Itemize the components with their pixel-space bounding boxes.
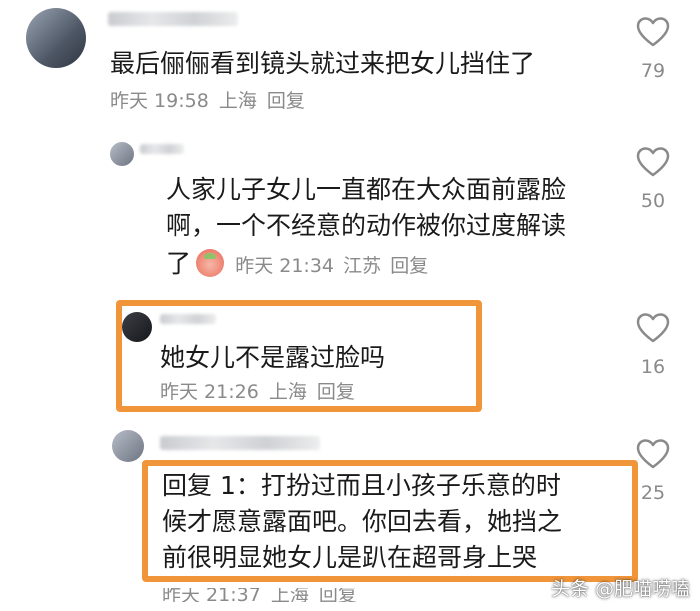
comment-location: 江苏 <box>343 255 382 277</box>
comment-meta-partial: 昨天 21:37 上海 回复 <box>162 588 361 602</box>
comment-location: 上海 <box>218 90 257 112</box>
like-count: 50 <box>640 190 666 212</box>
like-heart-icon[interactable] <box>636 16 670 48</box>
comment-text: 最后俪俪看到镜头就过来把女儿挡住了 <box>110 49 536 78</box>
like-count: 25 <box>640 482 666 504</box>
comment-text-line: 前很明显她女儿是趴在超哥身上哭 <box>162 543 538 572</box>
comment-location: 上海 <box>268 381 307 403</box>
username-blurred[interactable] <box>108 12 238 26</box>
like-heart-icon[interactable] <box>636 438 670 470</box>
watermark: 头条 @肥喵唠嗑 <box>550 578 690 600</box>
reply-button[interactable]: 回复 <box>267 90 305 112</box>
avatar[interactable] <box>112 430 144 462</box>
comment-time: 昨天 21:26 <box>160 381 259 403</box>
username-blurred[interactable] <box>160 436 320 450</box>
comment-time: 昨天 21:34 <box>235 255 334 277</box>
crying-emoji-icon <box>196 249 225 277</box>
comment-text: 她女儿不是露过脸吗 <box>160 343 386 372</box>
comment-text-line: 回复 1：打扮过而且小孩子乐意的时 <box>162 471 561 500</box>
comment-last-line: 了 昨天 21:34 江苏 回复 <box>166 246 428 282</box>
comment-time: 昨天 21:37 <box>162 588 261 602</box>
avatar[interactable] <box>110 142 134 166</box>
comment-text-line: 了 <box>166 249 192 278</box>
reply-button[interactable]: 回复 <box>317 381 355 403</box>
like-count: 16 <box>640 356 666 378</box>
comment-location: 上海 <box>270 588 309 602</box>
username-blurred[interactable] <box>140 144 184 154</box>
like-count: 79 <box>640 60 666 82</box>
comment-text-line: 候才愿意露面吧。你回去看，她挡之 <box>162 507 563 536</box>
comment-text-line: 啊，一个不经意的动作被你过度解读 <box>166 211 567 240</box>
reply-button[interactable]: 回复 <box>390 255 428 277</box>
comment-time: 昨天 19:58 <box>110 90 209 112</box>
comment-text-line: 人家儿子女儿一直都在大众面前露脸 <box>166 175 567 204</box>
avatar[interactable] <box>26 8 86 68</box>
reply-button[interactable]: 回复 <box>319 588 357 602</box>
comment-meta: 昨天 19:58 上海 回复 <box>110 89 309 113</box>
like-heart-icon[interactable] <box>636 312 670 344</box>
like-heart-icon[interactable] <box>636 146 670 178</box>
comment-meta: 昨天 21:26 上海 回复 <box>160 380 359 404</box>
